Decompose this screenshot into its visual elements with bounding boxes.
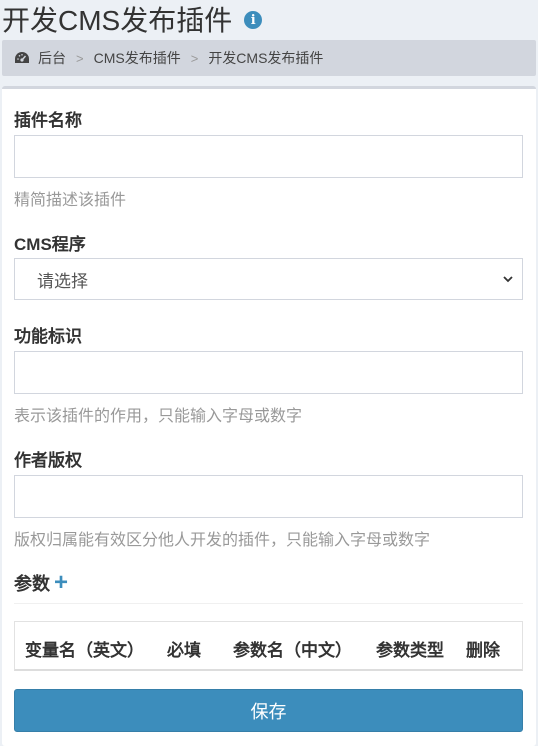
plugin-name-input[interactable]	[14, 135, 523, 178]
function-id-help: 表示该插件的作用，只能输入字母或数字	[14, 408, 303, 425]
save-button[interactable]: 保存	[14, 689, 523, 732]
column-header-param-type: 参数类型	[376, 641, 444, 660]
breadcrumb-separator: >	[190, 50, 199, 66]
params-table: 变量名（英文） 必填 参数名（中文） 参数类型 删除	[14, 621, 523, 671]
breadcrumb: 后台 > CMS发布插件 > 开发CMS发布插件	[2, 40, 536, 76]
breadcrumb-separator: >	[76, 50, 84, 66]
copyright-input[interactable]	[14, 475, 523, 518]
function-id-input[interactable]	[14, 351, 523, 394]
params-title-text: 参数	[14, 574, 50, 594]
plugin-name-label: 插件名称	[14, 111, 82, 130]
info-circle-icon[interactable]: i	[244, 11, 263, 29]
column-header-required: 必填	[167, 641, 201, 660]
copyright-label: 作者版权	[14, 451, 82, 470]
breadcrumb-current: 开发CMS发布插件	[208, 50, 324, 66]
breadcrumb-cms-plugins[interactable]: CMS发布插件	[94, 48, 181, 68]
column-header-param-name: 参数名（中文）	[233, 641, 352, 660]
page-title: 开发CMS发布插件	[2, 5, 233, 36]
chevron-down-icon	[503, 276, 513, 283]
cms-select-value: 请选择	[37, 271, 88, 291]
page-header: 开发CMS发布插件 i	[0, 0, 538, 38]
copyright-help: 版权归属能有效区分他人开发的插件，只能输入字母或数字	[14, 532, 431, 549]
column-header-delete: 删除	[466, 641, 500, 660]
function-id-label: 功能标识	[14, 327, 82, 346]
cms-select[interactable]: 请选择	[14, 258, 523, 300]
column-header-var-name: 变量名（英文）	[25, 641, 144, 660]
divider	[14, 603, 523, 604]
params-title: 参数 +	[14, 570, 68, 596]
breadcrumb-home[interactable]: 后台	[38, 48, 66, 68]
dashboard-icon	[15, 52, 29, 63]
plus-icon[interactable]: +	[54, 571, 68, 595]
form-box: 插件名称 精简描述该插件 CMS程序 请选择 功能标识 表示该插件的作用，只能输…	[2, 86, 536, 746]
cms-label: CMS程序	[14, 235, 86, 254]
plugin-name-help: 精简描述该插件	[14, 192, 127, 209]
